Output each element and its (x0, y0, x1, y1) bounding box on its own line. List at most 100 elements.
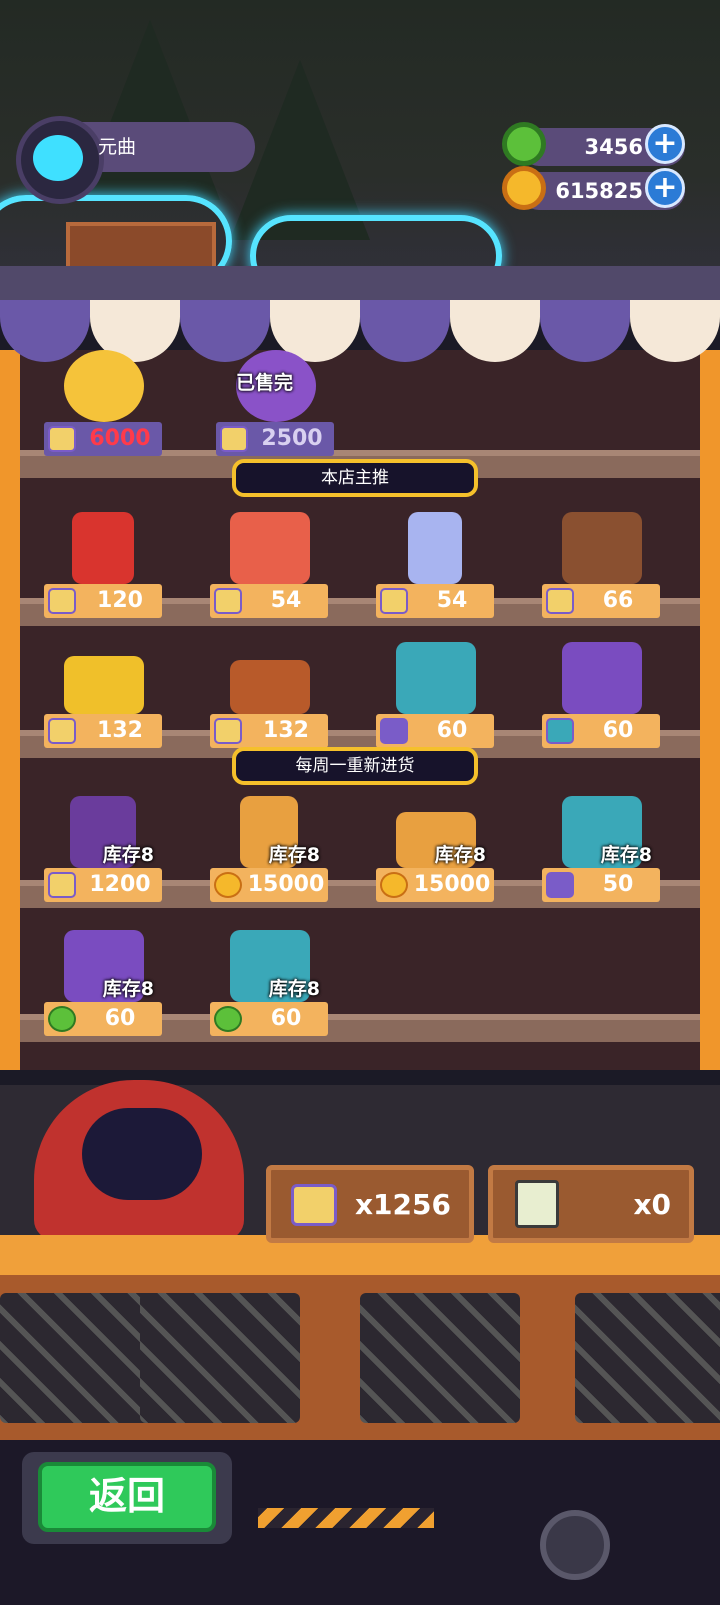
seed-card-inventory: x0 (488, 1165, 694, 1243)
stock-label: 库存8 (102, 844, 154, 866)
price-value: 15000 (413, 872, 491, 897)
green-gem-icon (48, 1006, 76, 1032)
ticket-icon (214, 588, 242, 614)
avatar[interactable] (16, 116, 104, 204)
price-tag: 60 (44, 1002, 162, 1036)
shop-item[interactable]: 库存8 15000 (210, 796, 328, 914)
ticket-icon (48, 588, 76, 614)
brown-handbag-icon (562, 512, 642, 584)
green-gem-icon (214, 1006, 242, 1032)
shop-item-gold-egg[interactable]: 6000 (44, 350, 162, 468)
price-value: 132 (263, 718, 309, 743)
gold-coin-icon (214, 872, 242, 898)
price-value: 15000 (247, 872, 325, 897)
price-tag: 6000 (44, 422, 162, 456)
price-tag: 60 (542, 714, 660, 748)
red-paint-roller-icon (230, 512, 310, 584)
price-tag: 60 (376, 714, 494, 748)
shop-item[interactable]: 库存8 60 (44, 930, 162, 1048)
shop-item[interactable]: 60 (376, 642, 494, 760)
price-tag: 132 (210, 714, 328, 748)
ticket-icon (214, 718, 242, 744)
shop-item[interactable]: 66 (542, 512, 660, 630)
shop-item[interactable]: 132 (210, 642, 328, 760)
price-tag: 15000 (210, 868, 328, 902)
stock-label: 库存8 (102, 978, 154, 1000)
gem-amount: 3456 (584, 135, 643, 159)
yellow-toolbox-icon (64, 656, 144, 714)
teal-card-icon (546, 718, 574, 744)
seed-card-count: x0 (633, 1188, 671, 1221)
recommended-banner: 本店主推 (232, 459, 478, 497)
green-gem-icon (502, 122, 546, 166)
price-value: 60 (602, 718, 634, 743)
ticket-count: x1256 (355, 1188, 451, 1221)
price-value: 50 (602, 872, 634, 897)
hazard-stripe (258, 1508, 434, 1528)
ticket-icon (546, 588, 574, 614)
shop-item[interactable]: 132 (44, 642, 162, 760)
ticket-icon (380, 588, 408, 614)
price-tag: 120 (44, 584, 162, 618)
price-value: 60 (270, 1006, 302, 1031)
back-button[interactable]: 返回 (38, 1462, 216, 1532)
shop-item[interactable]: 54 (210, 512, 328, 630)
shop-item[interactable]: 60 (542, 642, 660, 760)
add-gems-button[interactable]: + (645, 124, 685, 164)
price-value: 60 (436, 718, 468, 743)
gem-currency: 3456 + (502, 122, 685, 166)
purple-card-icon (380, 718, 408, 744)
price-value: 6000 (89, 426, 151, 451)
stock-label: 库存8 (268, 978, 320, 1000)
stock-label: 库存8 (600, 844, 652, 866)
stock-label: 库存8 (434, 844, 486, 866)
wooden-crate-icon (230, 660, 310, 714)
crate-wall (0, 1275, 720, 1440)
sold-out-label: 已售完 (236, 372, 294, 394)
price-tag: 15000 (376, 868, 494, 902)
price-value: 54 (436, 588, 468, 613)
coin-amount: 615825 (555, 179, 643, 203)
blue-bottle-icon (408, 512, 462, 584)
stock-label: 库存8 (268, 844, 320, 866)
ticket-icon (220, 426, 248, 452)
price-tag: 2500 (216, 422, 334, 456)
ticket-inventory: x1256 (266, 1165, 474, 1243)
gear-decoration (540, 1510, 610, 1580)
price-value: 54 (270, 588, 302, 613)
price-value: 2500 (261, 426, 323, 451)
red-battery-icon (72, 512, 134, 584)
price-tag: 60 (210, 1002, 328, 1036)
weekly-restock-banner: 每周一重新进货 (232, 747, 478, 785)
price-value: 1200 (89, 872, 151, 897)
ticket-icon (291, 1184, 337, 1226)
price-tag: 50 (542, 868, 660, 902)
shop-item[interactable]: 库存8 15000 (376, 796, 494, 914)
price-value: 60 (104, 1006, 136, 1031)
add-coins-button[interactable]: + (645, 168, 685, 208)
planter-box (66, 222, 216, 272)
shopkeeper-face (82, 1108, 202, 1200)
player-name: 元曲 (98, 136, 137, 158)
green-seed-card-icon (515, 1180, 559, 1228)
shop-item[interactable]: 54 (376, 512, 494, 630)
shop-item-purple-egg[interactable]: 已售完 2500 (216, 350, 334, 468)
price-value: 66 (602, 588, 634, 613)
price-tag: 132 (44, 714, 162, 748)
gold-coin-icon (380, 872, 408, 898)
shop-item[interactable]: 120 (44, 512, 162, 630)
price-tag: 66 (542, 584, 660, 618)
price-value: 132 (97, 718, 143, 743)
price-value: 120 (97, 588, 143, 613)
shop-item[interactable]: 库存8 1200 (44, 796, 162, 914)
ticket-icon (48, 426, 76, 452)
ticket-icon (48, 872, 76, 898)
ticket-icon (48, 718, 76, 744)
cat-avatar-icon (33, 135, 83, 181)
gold-egg-icon (64, 350, 144, 422)
shop-item[interactable]: 库存8 50 (542, 796, 660, 914)
shop-item[interactable]: 库存8 60 (210, 930, 328, 1048)
coin-currency: 615825 + (502, 166, 685, 210)
gold-planet-coin-icon (502, 166, 546, 210)
purple-card-icon (546, 872, 574, 898)
